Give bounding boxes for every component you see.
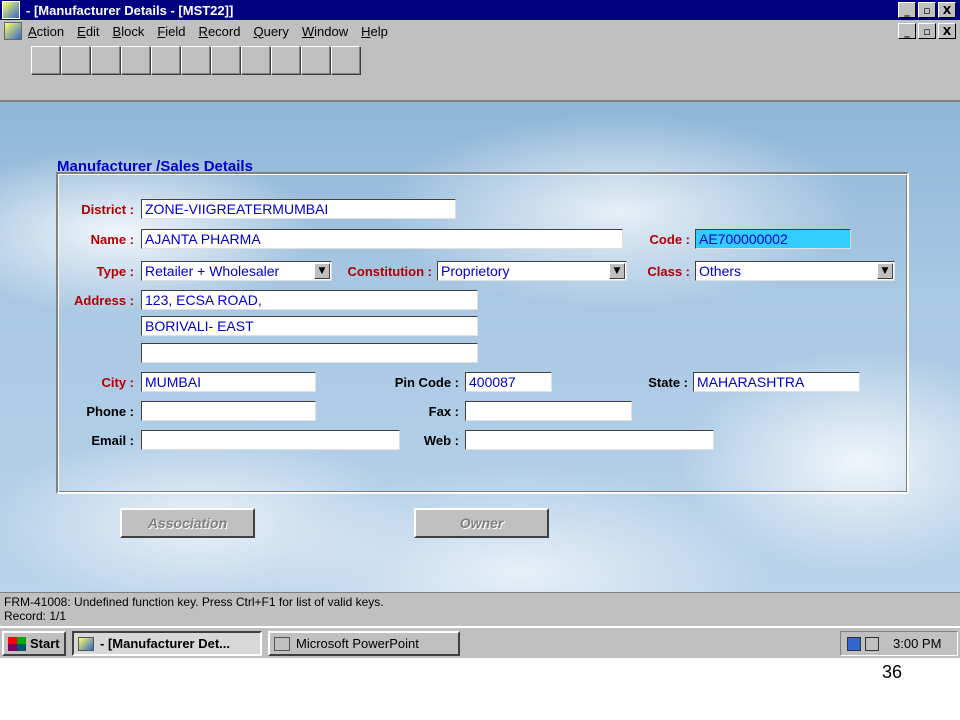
network-icon[interactable] — [847, 636, 861, 651]
dropdown-arrow-icon[interactable]: ▼ — [314, 263, 330, 279]
state-field[interactable]: MAHARASHTRA — [693, 372, 860, 392]
address-line1-field[interactable]: 123, ECSA ROAD, — [141, 290, 478, 310]
dropdown-arrow-icon[interactable]: ▼ — [877, 263, 893, 279]
app-icon — [78, 636, 94, 651]
menu-action[interactable]: Action — [28, 24, 71, 39]
code-field[interactable]: AE700000002 — [695, 229, 851, 249]
close-button[interactable]: X — [938, 2, 956, 18]
taskbar: Start - [Manufacturer Det... Microsoft P… — [0, 626, 960, 658]
menu-help[interactable]: Help — [361, 24, 395, 39]
address-line2-field[interactable]: BORIVALI- EAST — [141, 316, 478, 336]
toolbar-button[interactable] — [91, 46, 120, 74]
windows-logo-icon — [8, 636, 26, 651]
toolbar-button[interactable] — [271, 46, 300, 74]
phone-label: Phone : — [86, 404, 134, 419]
powerpoint-icon — [274, 636, 290, 651]
district-label: District : — [81, 202, 134, 217]
constitution-label: Constitution : — [347, 264, 432, 279]
restore-button[interactable]: ▫ — [918, 2, 936, 18]
toolbar-button[interactable] — [241, 46, 270, 74]
menu-record[interactable]: Record — [199, 24, 248, 39]
owner-button[interactable]: Owner — [414, 508, 549, 538]
city-label: City : — [101, 375, 135, 390]
type-label: Type : — [96, 264, 134, 279]
fax-field[interactable] — [465, 401, 632, 421]
status-message: FRM-41008: Undefined function key. Press… — [4, 595, 384, 609]
toolbar-button[interactable] — [121, 46, 150, 74]
constitution-value: Proprietory — [441, 263, 510, 279]
pincode-label: Pin Code : — [394, 375, 459, 390]
address-label: Address : — [74, 293, 134, 308]
doc-close-button[interactable]: X — [938, 23, 956, 39]
toolbar-button[interactable] — [31, 46, 60, 74]
email-label: Email : — [91, 433, 134, 448]
document-icon[interactable] — [4, 22, 22, 40]
toolbar-button[interactable] — [211, 46, 240, 74]
type-value: Retailer + Wholesaler — [145, 263, 280, 279]
clock[interactable]: 3:00 PM — [893, 636, 941, 651]
web-label: Web : — [423, 433, 459, 448]
address-line3-field[interactable] — [141, 343, 478, 363]
taskbar-item-manufacturer[interactable]: - [Manufacturer Det... — [72, 631, 262, 656]
class-label: Class : — [647, 264, 690, 279]
type-select[interactable]: Retailer + Wholesaler ▼ — [141, 261, 332, 281]
window-title: - [Manufacturer Details - [MST22]] — [26, 2, 234, 18]
doc-restore-button[interactable]: ▫ — [918, 23, 936, 39]
phone-field[interactable] — [141, 401, 316, 421]
dropdown-arrow-icon[interactable]: ▼ — [609, 263, 625, 279]
code-label: Code : — [649, 232, 690, 247]
taskbar-item-label: Microsoft PowerPoint — [296, 636, 419, 651]
app-icon[interactable] — [2, 1, 20, 19]
menu-field[interactable]: Field — [157, 24, 192, 39]
start-button[interactable]: Start — [2, 631, 66, 656]
taskbar-item-label: - [Manufacturer Det... — [100, 636, 231, 651]
constitution-select[interactable]: Proprietory ▼ — [437, 261, 627, 281]
menu-query[interactable]: Query — [253, 24, 295, 39]
slide-number: 36 — [881, 662, 902, 682]
city-field[interactable]: MUMBAI — [141, 372, 316, 392]
doc-minimize-button[interactable]: _ — [898, 23, 916, 39]
class-value: Others — [699, 263, 742, 279]
menu-bar: Action Edit Block Field Record Query Win… — [0, 20, 960, 42]
fax-label: Fax : — [428, 404, 459, 419]
record-indicator: Record: 1/1 — [4, 609, 67, 623]
menu-edit[interactable]: Edit — [77, 24, 106, 39]
toolbar-button[interactable] — [151, 46, 180, 74]
status-bar: FRM-41008: Undefined function key. Press… — [0, 592, 960, 626]
class-select[interactable]: Others ▼ — [695, 261, 895, 281]
district-field[interactable]: ZONE-VIIGREATERMUMBAI — [141, 199, 456, 219]
web-field[interactable] — [465, 430, 714, 450]
email-field[interactable] — [141, 430, 400, 450]
menu-window[interactable]: Window — [302, 24, 355, 39]
toolbar — [0, 42, 960, 102]
menu-block[interactable]: Block — [113, 24, 152, 39]
toolbar-button[interactable] — [181, 46, 210, 74]
toolbar-button[interactable] — [331, 46, 360, 74]
start-label: Start — [30, 636, 60, 651]
name-label: Name : — [90, 232, 134, 247]
association-button[interactable]: Association — [120, 508, 255, 538]
taskbar-item-powerpoint[interactable]: Microsoft PowerPoint — [268, 631, 460, 656]
printer-icon[interactable] — [865, 636, 879, 651]
state-label: State : — [648, 375, 688, 390]
pincode-field[interactable]: 400087 — [465, 372, 552, 392]
toolbar-button[interactable] — [61, 46, 90, 74]
toolbar-button[interactable] — [301, 46, 330, 74]
system-tray: 3:00 PM — [840, 631, 958, 656]
window-title-bar: - [Manufacturer Details - [MST22]] _ ▫ X — [0, 0, 960, 20]
minimize-button[interactable]: _ — [898, 2, 916, 18]
name-field[interactable]: AJANTA PHARMA — [141, 229, 623, 249]
